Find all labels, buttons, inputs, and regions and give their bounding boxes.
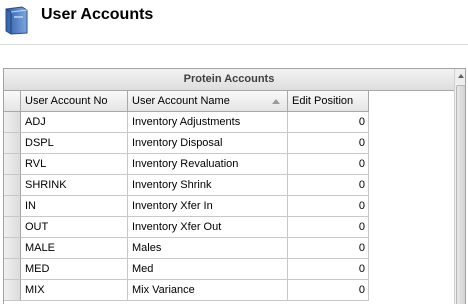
account-no-cell[interactable]: OUT (21, 217, 128, 238)
column-header-row: User Account No User Account Name Edit P… (4, 91, 454, 112)
book-icon (5, 6, 28, 35)
row-selector[interactable] (4, 196, 21, 217)
vertical-scrollbar[interactable] (454, 69, 465, 304)
edit-position-cell[interactable]: 0 (288, 217, 369, 238)
table-row[interactable]: MED Med 0 (4, 259, 454, 280)
edit-position-cell[interactable]: 0 (288, 238, 369, 259)
column-header-account-name-label: User Account Name (132, 95, 230, 107)
row-selector[interactable] (4, 217, 21, 238)
account-no-cell[interactable]: MIX (21, 280, 128, 301)
row-selector[interactable] (4, 259, 21, 280)
column-header-account-name[interactable]: User Account Name (128, 91, 288, 112)
table-row[interactable]: DSPL Inventory Disposal 0 (4, 133, 454, 154)
account-name-cell[interactable]: Males (128, 238, 288, 259)
row-selector[interactable] (4, 175, 21, 196)
page-title: User Accounts (41, 6, 154, 23)
edit-position-cell[interactable]: 0 (288, 175, 369, 196)
account-name-cell[interactable]: Inventory Disposal (128, 133, 288, 154)
account-no-cell[interactable]: ADJ (21, 112, 128, 133)
account-no-cell[interactable]: MALE (21, 238, 128, 259)
edit-position-cell[interactable]: 0 (288, 259, 369, 280)
table-row[interactable]: SHRINK Inventory Shrink 0 (4, 175, 454, 196)
edit-position-cell[interactable]: 0 (288, 112, 369, 133)
grid-rows: ADJ Inventory Adjustments 0 DSPL Invento… (4, 112, 454, 301)
account-name-cell[interactable]: Inventory Xfer Out (128, 217, 288, 238)
account-name-cell[interactable]: Inventory Shrink (128, 175, 288, 196)
sort-ascending-icon (272, 99, 280, 104)
accounts-grid: Protein Accounts User Account No User Ac… (3, 68, 466, 304)
table-row[interactable]: RVL Inventory Revaluation 0 (4, 154, 454, 175)
account-name-cell[interactable]: Inventory Revaluation (128, 154, 288, 175)
account-name-cell[interactable]: Mix Variance (128, 280, 288, 301)
edit-position-cell[interactable]: 0 (288, 280, 369, 301)
account-name-cell[interactable]: Med (128, 259, 288, 280)
account-no-cell[interactable]: MED (21, 259, 128, 280)
account-no-cell[interactable]: DSPL (21, 133, 128, 154)
table-row[interactable]: IN Inventory Xfer In 0 (4, 196, 454, 217)
column-header-edit-position[interactable]: Edit Position (288, 91, 369, 112)
table-row[interactable]: MALE Males 0 (4, 238, 454, 259)
row-selector-header[interactable] (4, 91, 21, 112)
row-selector[interactable] (4, 154, 21, 175)
account-no-cell[interactable]: IN (21, 196, 128, 217)
table-row[interactable]: MIX Mix Variance 0 (4, 280, 454, 301)
account-no-cell[interactable]: SHRINK (21, 175, 128, 196)
row-selector[interactable] (4, 133, 21, 154)
edit-position-cell[interactable]: 0 (288, 196, 369, 217)
account-name-cell[interactable]: Inventory Xfer In (128, 196, 288, 217)
scroll-up-arrow-icon[interactable] (455, 69, 465, 83)
edit-position-cell[interactable]: 0 (288, 133, 369, 154)
header-divider (0, 44, 468, 45)
account-no-cell[interactable]: RVL (21, 154, 128, 175)
column-header-account-no[interactable]: User Account No (21, 91, 128, 112)
table-row[interactable]: ADJ Inventory Adjustments 0 (4, 112, 454, 133)
row-selector[interactable] (4, 280, 21, 301)
table-row[interactable]: OUT Inventory Xfer Out 0 (4, 217, 454, 238)
page-header: User Accounts (0, 0, 468, 44)
row-selector[interactable] (4, 112, 21, 133)
grid-group-header: Protein Accounts (4, 69, 454, 91)
edit-position-cell[interactable]: 0 (288, 154, 369, 175)
scroll-thumb[interactable] (456, 85, 465, 304)
row-selector[interactable] (4, 238, 21, 259)
account-name-cell[interactable]: Inventory Adjustments (128, 112, 288, 133)
